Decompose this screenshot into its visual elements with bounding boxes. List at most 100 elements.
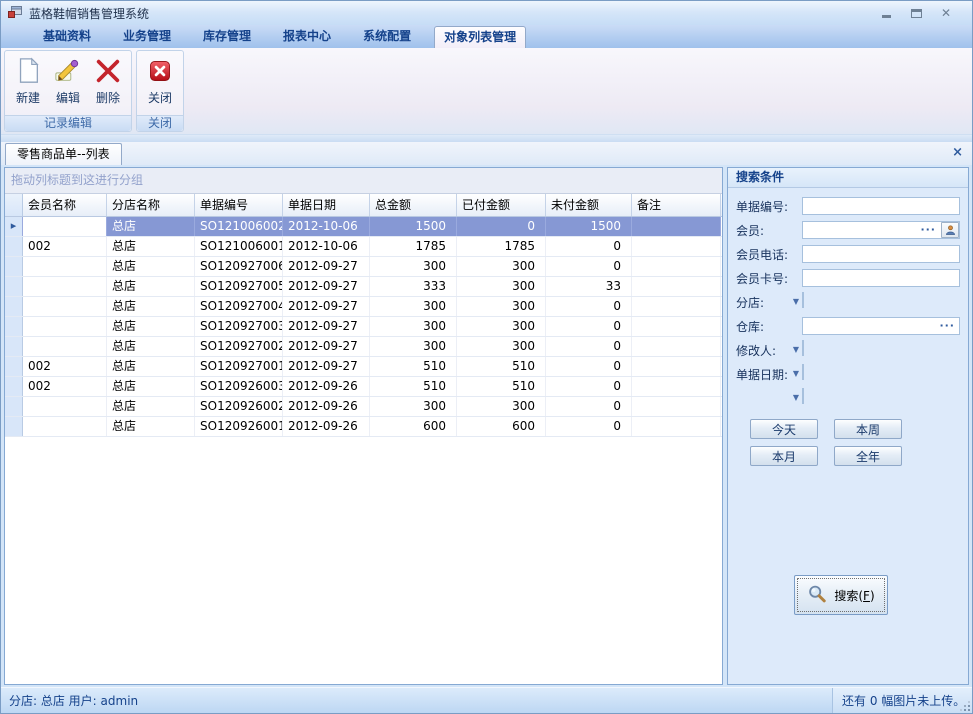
cell-branch: 总店 [107,217,195,236]
search-button[interactable]: 搜索(F) [794,575,888,615]
menu-tab-reports[interactable]: 报表中心 [274,25,340,48]
resize-grip[interactable] [958,699,972,713]
menu-tab-business[interactable]: 业务管理 [114,25,180,48]
warehouse-ellipsis-icon[interactable]: ··· [939,319,955,333]
member-ellipsis-icon[interactable]: ··· [920,223,936,237]
cell-member: 002 [23,357,107,376]
cell-branch: 总店 [107,317,195,336]
row-indicator [5,417,23,436]
modifier-select[interactable]: ▼ [802,340,804,356]
cell-member [23,397,107,416]
cell-total: 600 [370,417,457,436]
row-indicator [5,237,23,256]
row-indicator [5,357,23,376]
member-input[interactable] [802,221,960,239]
table-row[interactable]: 总店 SO120927006 2012-09-27 300 300 0 [5,257,722,277]
field-member-card: 会员卡号: [736,269,960,287]
column-header-branch[interactable]: 分店名称 [107,194,195,216]
window-controls: ✕ [880,7,952,19]
table-row[interactable]: 总店 SO121006002 2012-10-06 1500 0 1500 [5,217,722,237]
new-button[interactable]: 新建 [8,53,48,115]
ribbon-group-close: 关闭 关闭 [136,50,184,132]
main-area: 拖动列标题到这进行分组 会员名称 分店名称 单据编号 单据日期 总金额 已付金额… [1,165,972,687]
today-button[interactable]: 今天 [750,419,818,439]
status-bar: 分店: 总店 用户: admin 还有 0 幅图片未上传。 [1,687,972,713]
close-box-icon [145,56,175,86]
delete-button[interactable]: 删除 [88,53,128,115]
member-picker-button[interactable] [941,222,959,238]
column-header-unpaid[interactable]: 未付金额 [546,194,632,216]
table-row[interactable]: 总店 SO120926002 2012-09-26 300 300 0 [5,397,722,417]
tabstrip-close-icon[interactable]: × [952,146,963,159]
grid-body: 总店 SO121006002 2012-10-06 1500 0 1500 00… [5,217,722,684]
cell-branch: 总店 [107,337,195,356]
cell-note [632,217,721,236]
cell-member [23,337,107,356]
cell-paid: 300 [457,337,546,356]
column-header-member[interactable]: 会员名称 [23,194,107,216]
branch-select[interactable]: ▼ [802,292,804,308]
document-tab-retail-list[interactable]: 零售商品单--列表 [5,143,122,165]
search-button-label: 搜索(F) [834,587,874,604]
close-icon[interactable]: ✕ [940,7,952,19]
order-no-input[interactable] [802,197,960,215]
member-card-label: 会员卡号: [736,270,802,287]
minimize-icon[interactable] [880,7,892,19]
cell-note [632,357,721,376]
cell-total: 510 [370,377,457,396]
cell-total: 510 [370,357,457,376]
warehouse-input[interactable] [802,317,960,335]
close-tab-button[interactable]: 关闭 [140,53,180,115]
row-indicator [5,297,23,316]
this-week-button[interactable]: 本周 [834,419,902,439]
column-header-total[interactable]: 总金额 [370,194,457,216]
cell-order-no: SO120927006 [195,257,283,276]
menu-tab-basic-data[interactable]: 基础资料 [34,25,100,48]
table-row[interactable]: 002 总店 SO121006001 2012-10-06 1785 1785 … [5,237,722,257]
column-header-order-no[interactable]: 单据编号 [195,194,283,216]
cell-note [632,397,721,416]
column-header-note[interactable]: 备注 [632,194,721,216]
menu-tab-inventory[interactable]: 库存管理 [194,25,260,48]
cell-member: 002 [23,237,107,256]
row-indicator [5,217,23,236]
table-row[interactable]: 002 总店 SO120926003 2012-09-26 510 510 0 [5,377,722,397]
row-indicator [5,317,23,336]
cell-paid: 300 [457,317,546,336]
table-row[interactable]: 总店 SO120927005 2012-09-27 333 300 33 [5,277,722,297]
column-header-date[interactable]: 单据日期 [283,194,370,216]
field-member-phone: 会员电话: [736,245,960,263]
edit-button[interactable]: 编辑 [48,53,88,115]
new-button-label: 新建 [16,89,40,106]
delete-x-icon [93,56,123,86]
table-row[interactable]: 总店 SO120927002 2012-09-27 300 300 0 [5,337,722,357]
table-row[interactable]: 总店 SO120926001 2012-09-26 600 600 0 [5,417,722,437]
edit-pencil-icon [53,56,83,86]
order-date-from-select[interactable]: ▼ [802,364,804,380]
table-row[interactable]: 总店 SO120927003 2012-09-27 300 300 0 [5,317,722,337]
row-indicator [5,337,23,356]
column-header-paid[interactable]: 已付金额 [457,194,546,216]
table-row[interactable]: 002 总店 SO120927001 2012-09-27 510 510 0 [5,357,722,377]
cell-paid: 1785 [457,237,546,256]
cell-note [632,237,721,256]
window-title: 蓝格鞋帽销售管理系统 [29,5,149,22]
order-date-to-select[interactable]: ▼ [802,388,804,404]
member-phone-input[interactable] [802,245,960,263]
cell-date: 2012-09-26 [283,417,370,436]
whole-year-button[interactable]: 全年 [834,446,902,466]
field-warehouse: 仓库: ··· [736,317,960,335]
cell-total: 333 [370,277,457,296]
status-upload-info: 还有 0 幅图片未上传。 [832,688,972,713]
cell-member [23,417,107,436]
menu-tab-object-list-active[interactable]: 对象列表管理 [434,26,526,48]
cell-total: 1500 [370,217,457,236]
maximize-icon[interactable] [910,7,922,19]
this-month-button[interactable]: 本月 [750,446,818,466]
table-row[interactable]: 总店 SO120927004 2012-09-27 300 300 0 [5,297,722,317]
menu-tab-system-config[interactable]: 系统配置 [354,25,420,48]
member-card-input[interactable] [802,269,960,287]
cell-unpaid: 0 [546,357,632,376]
member-phone-label: 会员电话: [736,246,802,263]
cell-order-no: SO120927003 [195,317,283,336]
